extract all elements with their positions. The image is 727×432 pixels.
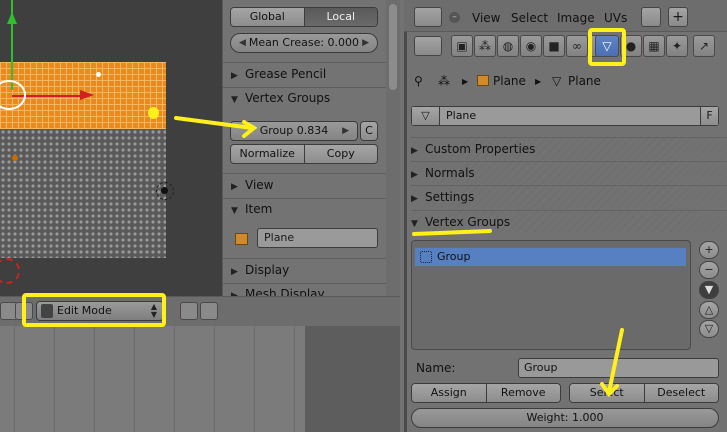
annotation-arrows (174, 116, 624, 398)
underline-vertex-groups (412, 229, 492, 236)
arrow-to-select (607, 328, 624, 394)
arrow-to-group-weight (174, 116, 254, 130)
